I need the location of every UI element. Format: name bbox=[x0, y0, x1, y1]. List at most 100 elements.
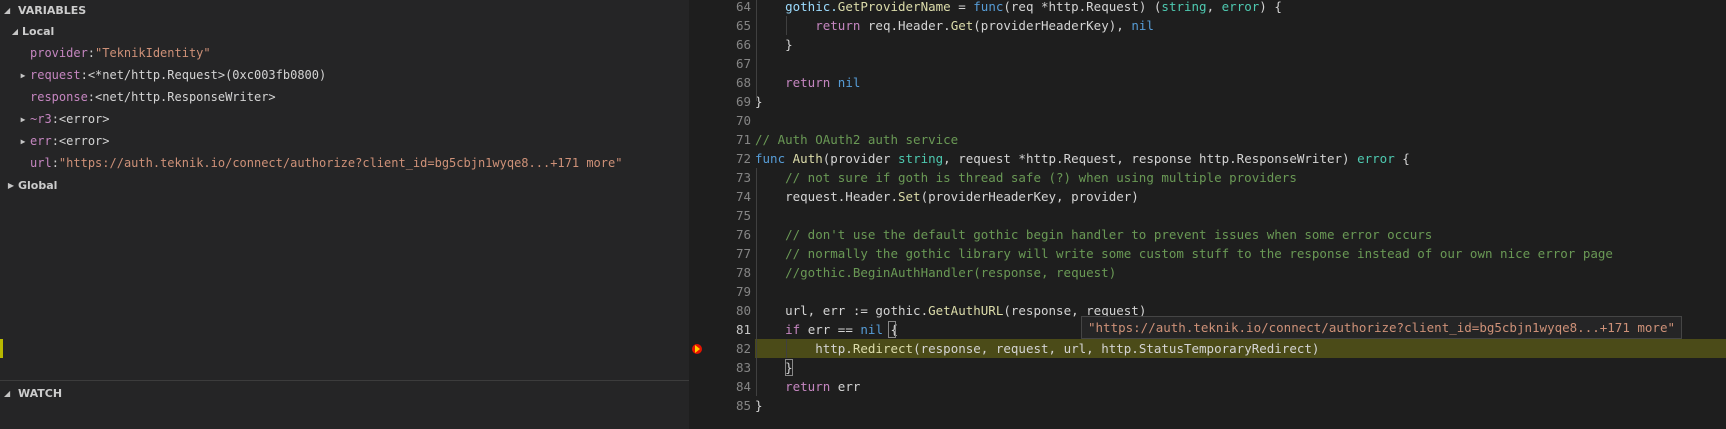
line-number[interactable]: 76 bbox=[689, 225, 751, 244]
code-token: GetProviderName bbox=[837, 0, 951, 14]
code-line-84[interactable]: return err bbox=[755, 377, 1726, 396]
line-number[interactable]: 80 bbox=[689, 301, 751, 320]
code-line-64[interactable]: gothic.GetProviderName = func(req *http.… bbox=[755, 0, 1726, 16]
code-line-69[interactable]: } bbox=[755, 92, 1726, 111]
scope-global[interactable]: ▶ Global bbox=[0, 174, 689, 196]
line-number[interactable]: 64 bbox=[689, 0, 751, 16]
line-number[interactable]: 70 bbox=[689, 111, 751, 130]
code-line-76[interactable]: // don't use the default gothic begin ha… bbox=[755, 225, 1726, 244]
line-number[interactable]: 74 bbox=[689, 187, 751, 206]
code-area[interactable]: gothic.GetProviderName = func(req *http.… bbox=[755, 0, 1726, 429]
code-line-68[interactable]: return nil bbox=[755, 73, 1726, 92]
line-number[interactable]: 79 bbox=[689, 282, 751, 301]
line-number[interactable]: 78 bbox=[689, 263, 751, 282]
code-token: nil bbox=[860, 322, 883, 337]
variable-name: url bbox=[30, 156, 52, 170]
code-line-75[interactable] bbox=[755, 206, 1726, 225]
code-token: GetAuthURL bbox=[928, 303, 1004, 318]
code-line-79[interactable] bbox=[755, 282, 1726, 301]
code-token: (response, request, url, http.StatusTemp… bbox=[913, 341, 1320, 356]
variable-name: ~r3 bbox=[30, 112, 52, 126]
line-number[interactable]: 66 bbox=[689, 35, 751, 54]
watch-section-header[interactable]: ◢ WATCH bbox=[0, 381, 689, 405]
variable-row-err[interactable]: ▶ err: <error> bbox=[0, 130, 689, 152]
code-line-70[interactable] bbox=[755, 111, 1726, 130]
code-comment: //gothic.BeginAuthHandler(response, requ… bbox=[755, 265, 1117, 280]
code-line-85[interactable]: } bbox=[755, 396, 1726, 415]
code-line-65[interactable]: return req.Header.Get(providerHeaderKey)… bbox=[755, 16, 1726, 35]
line-number[interactable]: 65 bbox=[689, 16, 751, 35]
left-edge-indicator bbox=[0, 339, 3, 358]
code-token: error bbox=[1357, 151, 1395, 166]
line-number[interactable]: 72 bbox=[689, 149, 751, 168]
code-token: } bbox=[755, 398, 763, 413]
code-token: (provider bbox=[822, 151, 899, 166]
line-number[interactable]: 73 bbox=[689, 168, 751, 187]
line-number[interactable]: 77 bbox=[689, 244, 751, 263]
code-token: { bbox=[1394, 151, 1410, 166]
code-line-71[interactable]: // Auth OAuth2 auth service bbox=[755, 130, 1726, 149]
line-number[interactable]: 81 bbox=[689, 320, 751, 339]
variable-value: <error> bbox=[58, 112, 110, 126]
chevron-right-icon: ▶ bbox=[20, 114, 26, 124]
variable-separator: : bbox=[80, 68, 88, 82]
code-line-77[interactable]: // normally the gothic library will writ… bbox=[755, 244, 1726, 263]
code-token: (providerHeaderKey, provider) bbox=[920, 189, 1139, 204]
code-comment: // not sure if goth is thread safe (?) w… bbox=[755, 170, 1297, 185]
variable-value: "https://auth.teknik.io/connect/authoriz… bbox=[58, 156, 623, 170]
variable-separator: : bbox=[87, 46, 96, 60]
scope-local[interactable]: ◢ Local bbox=[0, 20, 689, 42]
indent-guide bbox=[756, 168, 757, 396]
variable-separator: : bbox=[87, 90, 96, 104]
debug-hover-tooltip: "https://auth.teknik.io/connect/authoriz… bbox=[1081, 316, 1682, 339]
chevron-down-icon: ◢ bbox=[11, 26, 19, 36]
code-line-82-current[interactable]: http.Redirect(response, request, url, ht… bbox=[755, 339, 1726, 358]
code-token: func bbox=[755, 151, 786, 166]
code-editor[interactable]: 64 65 66 67 68 69 70 71 72 73 74 75 76 77 78 79 80 81 82 83… bbox=[689, 0, 1726, 429]
variable-separator: : bbox=[51, 156, 59, 170]
code-token: gothic. bbox=[755, 0, 838, 14]
bracket-match-box bbox=[785, 359, 793, 376]
code-comment: // don't use the default gothic begin ha… bbox=[755, 227, 1433, 242]
code-line-66[interactable]: } bbox=[755, 35, 1726, 54]
variables-section-header[interactable]: ◢ VARIABLES bbox=[0, 0, 689, 20]
chevron-down-icon: ◢ bbox=[4, 5, 11, 15]
code-token: Redirect bbox=[852, 341, 914, 356]
code-token: return bbox=[785, 379, 831, 394]
line-number[interactable]: 85 bbox=[689, 396, 751, 415]
line-number[interactable]: 67 bbox=[689, 54, 751, 73]
line-number[interactable]: 75 bbox=[689, 206, 751, 225]
code-token: return bbox=[815, 18, 861, 33]
variable-name: response bbox=[30, 90, 88, 104]
line-number[interactable]: 84 bbox=[689, 377, 751, 396]
indent-guide bbox=[786, 339, 787, 358]
code-line-83[interactable]: } bbox=[755, 358, 1726, 377]
variable-row-r3[interactable]: ▶ ~r3: <error> bbox=[0, 108, 689, 130]
variable-row-provider[interactable]: provider: "TeknikIdentity" bbox=[0, 42, 689, 64]
variable-row-request[interactable]: ▶ request: <*net/http.Request>(0xc003fb08… bbox=[0, 64, 689, 86]
current-frame-arrow-icon bbox=[695, 345, 700, 353]
code-token: string bbox=[1161, 0, 1207, 14]
code-token: return bbox=[785, 75, 831, 90]
code-token: req.Header. bbox=[860, 18, 951, 33]
code-line-72[interactable]: func Auth(provider string, request *http… bbox=[755, 149, 1726, 168]
line-number[interactable]: 69 bbox=[689, 92, 751, 111]
variable-row-url[interactable]: url: "https://auth.teknik.io/connect/aut… bbox=[0, 152, 689, 174]
chevron-right-icon: ▶ bbox=[20, 136, 26, 146]
code-token: err == bbox=[800, 322, 861, 337]
code-line-73[interactable]: // not sure if goth is thread safe (?) w… bbox=[755, 168, 1726, 187]
code-line-74[interactable]: request.Header.Set(providerHeaderKey, pr… bbox=[755, 187, 1726, 206]
code-comment: // Auth OAuth2 auth service bbox=[755, 132, 959, 147]
variable-separator: : bbox=[51, 134, 59, 148]
line-number[interactable]: 71 bbox=[689, 130, 751, 149]
line-number[interactable]: 68 bbox=[689, 73, 751, 92]
code-line-67[interactable] bbox=[755, 54, 1726, 73]
code-token: Auth bbox=[792, 151, 823, 166]
line-number-gutter[interactable]: 64 65 66 67 68 69 70 71 72 73 74 75 76 77 78 79 80 81 82 83… bbox=[689, 0, 759, 429]
variable-row-response[interactable]: response: <net/http.ResponseWriter> bbox=[0, 86, 689, 108]
line-number[interactable]: 83 bbox=[689, 358, 751, 377]
code-line-78[interactable]: //gothic.BeginAuthHandler(response, requ… bbox=[755, 263, 1726, 282]
